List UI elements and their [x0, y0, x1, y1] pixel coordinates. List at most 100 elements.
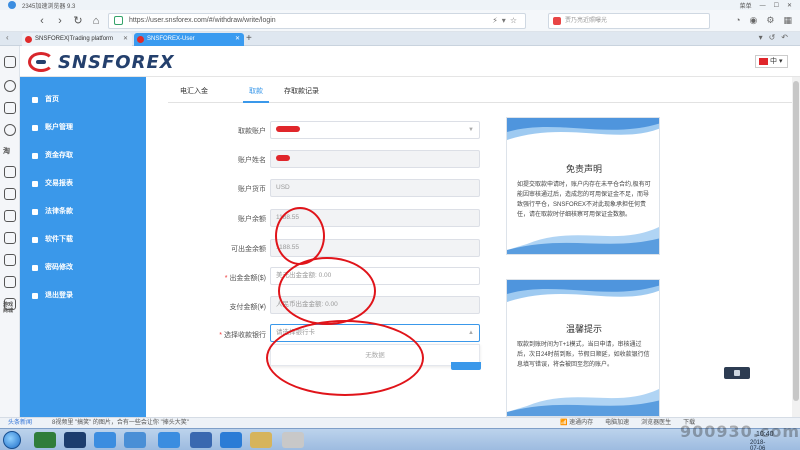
- tools-icon[interactable]: ⚙: [766, 15, 774, 26]
- menu-item-password[interactable]: 密码修改: [20, 255, 146, 281]
- withdraw-account-select[interactable]: ▼: [270, 121, 480, 139]
- grid-icon[interactable]: ▦: [783, 15, 792, 26]
- user-icon[interactable]: ◉: [750, 15, 758, 26]
- browser-2345-icon[interactable]: [124, 432, 146, 448]
- logo-wordmark: SNSFOREX: [58, 51, 175, 73]
- excel-icon[interactable]: [34, 432, 56, 448]
- tab-list-icon[interactable]: ‹: [6, 33, 9, 42]
- tab-label: SNSFOREX-User: [147, 36, 195, 42]
- menu-item-home[interactable]: 首页: [20, 87, 146, 113]
- refresh-icon[interactable]: ↻: [70, 13, 86, 29]
- favorites-star-icon[interactable]: [4, 56, 16, 68]
- search-box[interactable]: 贾乃亮近照曝光: [548, 13, 710, 29]
- menu-button[interactable]: 菜单: [740, 1, 752, 10]
- history-clock-icon[interactable]: [4, 80, 16, 92]
- menu-item-label: 法律条款: [45, 208, 73, 215]
- label-withdraw-amount: * 出金金额($): [146, 273, 266, 283]
- video-icon[interactable]: [4, 254, 16, 266]
- browser-tab-trading-platform[interactable]: SNSFOREX|Trading platform ✕: [22, 33, 132, 46]
- tab-records[interactable]: 存取款记录: [284, 86, 319, 96]
- browser-logo-icon: [8, 1, 16, 9]
- download-icon[interactable]: [4, 102, 16, 114]
- close-tab-icon[interactable]: ✕: [235, 33, 240, 46]
- doctor-tool[interactable]: 浏览器医生: [641, 418, 671, 428]
- required-mark: *: [219, 332, 222, 339]
- card-title: 免责声明: [565, 164, 602, 174]
- security-shield-icon[interactable]: [190, 432, 212, 448]
- menu-item-reports[interactable]: 交易报表: [20, 171, 146, 197]
- scrollbar-thumb[interactable]: [793, 81, 799, 401]
- label-account-balance: 账户余额: [238, 216, 266, 223]
- chat-icon[interactable]: [4, 124, 16, 136]
- menu-item-legal[interactable]: 法律条款: [20, 199, 146, 225]
- language-select[interactable]: 中 ▾: [755, 55, 788, 68]
- annotation-ellipse: [275, 207, 325, 265]
- chevron-up-icon: ▲: [468, 330, 474, 336]
- shield-icon[interactable]: ◔: [735, 15, 740, 26]
- browser-sidebar: 淘 游戏 商城: [0, 46, 20, 417]
- browser-title-bar: 2345加速浏览器 9.3 菜单 — ☐ ✕: [0, 0, 800, 10]
- taobao-shortcut[interactable]: 淘: [3, 146, 10, 156]
- favicon-icon: [25, 36, 32, 43]
- menu-item-label: 账户管理: [45, 124, 73, 131]
- calendar-icon[interactable]: [4, 276, 16, 288]
- label-select-bank: * 选择收款银行: [146, 330, 266, 340]
- browser-tab-user[interactable]: SNSFOREX-User ✕: [134, 33, 244, 46]
- tab-withdraw[interactable]: 取款: [249, 86, 263, 96]
- new-tab-button[interactable]: +: [246, 32, 252, 45]
- close-tab-icon[interactable]: ✕: [123, 33, 128, 46]
- site-logo[interactable]: SNSFOREX: [28, 51, 175, 73]
- forward-arrow-icon[interactable]: ›: [52, 13, 68, 29]
- start-button-icon[interactable]: [3, 431, 21, 449]
- redacted-value: [276, 155, 290, 162]
- ie-browser-icon[interactable]: [220, 432, 242, 448]
- ie-icon[interactable]: [158, 432, 180, 448]
- menu-item-funds[interactable]: 资金存取: [20, 143, 146, 169]
- active-tab-indicator: [243, 101, 269, 103]
- back-arrow-icon[interactable]: ‹: [34, 13, 50, 29]
- maximize-button[interactable]: ☐: [774, 2, 779, 9]
- news-tag[interactable]: 头条新闻: [8, 418, 32, 428]
- browser-icon[interactable]: [94, 432, 116, 448]
- tab-wire-deposit[interactable]: 电汇入金: [180, 86, 208, 96]
- memory-tool[interactable]: 📶 速通内存: [560, 418, 593, 428]
- clock-date[interactable]: 2018-07-06: [750, 440, 765, 450]
- game-store-shortcut[interactable]: 游戏 商城: [3, 302, 13, 314]
- menu-item-label: 交易报表: [45, 180, 73, 187]
- toolbar-icons: ◔ ◉ ⚙ ▦: [735, 15, 792, 26]
- photoshop-icon[interactable]: [64, 432, 86, 448]
- label-text: 选择收款银行: [224, 332, 266, 339]
- menu-item-account[interactable]: 账户管理: [20, 115, 146, 141]
- menu-item-label: 退出登录: [45, 292, 73, 299]
- weibo-icon[interactable]: [4, 166, 16, 178]
- wave-decoration: [507, 118, 659, 140]
- menu-item-logout[interactable]: 退出登录: [20, 283, 146, 309]
- main-content: 电汇入金 取款 存取款记录 取款账户 ▼ 账户姓名 账户货币 USD 账户余额 …: [146, 77, 800, 417]
- label-text: 出金金额($): [229, 275, 266, 282]
- address-bar[interactable]: https://user.snsforex.com/#/withdraw/wri…: [108, 13, 526, 29]
- site-header: SNSFOREX 中 ▾: [20, 46, 800, 77]
- chevron-down-icon: ▼: [468, 127, 474, 133]
- notes-icon[interactable]: [4, 232, 16, 244]
- tools-icon[interactable]: [282, 432, 304, 448]
- wave-decoration: [507, 388, 659, 416]
- speedup-tool[interactable]: 电脑加速: [605, 418, 629, 428]
- minimize-button[interactable]: —: [760, 3, 766, 9]
- games-icon[interactable]: [4, 210, 16, 222]
- window-controls: 菜单 — ☐ ✕: [740, 1, 792, 11]
- legal-icon: [32, 209, 38, 215]
- favicon-icon: [137, 36, 144, 43]
- page-scrollbar[interactable]: [792, 77, 800, 417]
- tab-strip-controls[interactable]: ▾↺↶: [759, 33, 794, 42]
- gamepad-icon[interactable]: [4, 188, 16, 200]
- folder-icon[interactable]: [250, 432, 272, 448]
- news-ticker[interactable]: 8视频里 "搞笑" 的图片，合有一些会让你 "捧头大笑": [52, 418, 189, 428]
- menu-item-download[interactable]: 软件下载: [20, 227, 146, 253]
- submit-button[interactable]: [451, 362, 481, 370]
- label-available-balance: 可出金余额: [231, 246, 266, 253]
- close-window-button[interactable]: ✕: [787, 2, 792, 9]
- address-bar-icons[interactable]: ⚡▾☆: [492, 14, 521, 28]
- home-icon[interactable]: ⌂: [88, 13, 104, 29]
- search-placeholder: 贾乃亮近照曝光: [565, 18, 608, 24]
- floating-chat-button[interactable]: [724, 367, 750, 379]
